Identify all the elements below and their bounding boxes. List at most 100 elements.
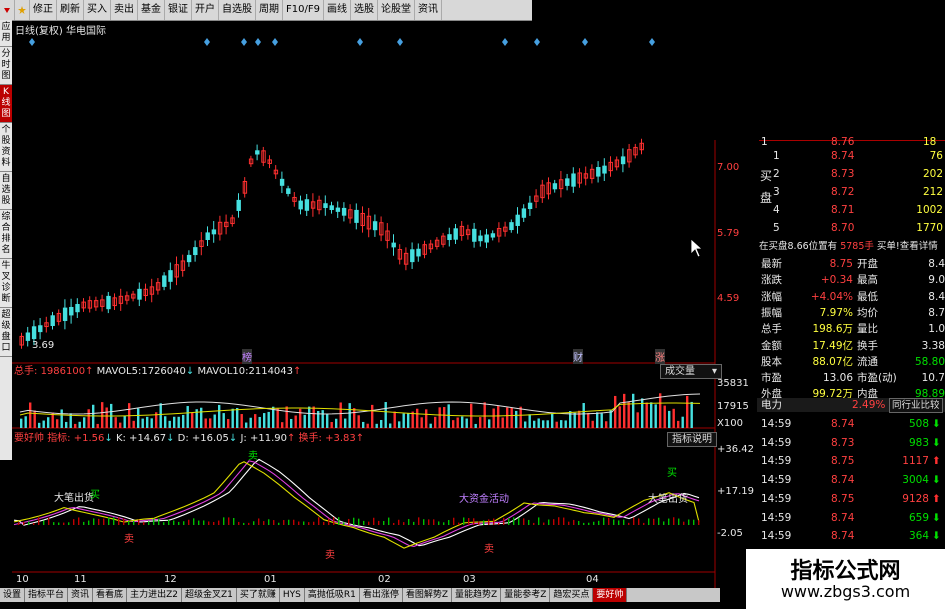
toolbar-period[interactable]: 周期	[256, 0, 283, 20]
stat-key: 金额	[761, 339, 782, 352]
volume-bar	[177, 416, 180, 428]
event-marker[interactable]: 财	[573, 349, 583, 364]
bottom-tab[interactable]: 看看底	[93, 588, 128, 602]
toolbar-fix[interactable]: 修正	[30, 0, 57, 20]
summary-line[interactable]: 在买盘8.66位置有 5785手 买单!查看详情	[759, 240, 938, 253]
indicator-bar	[453, 517, 455, 525]
event-marker[interactable]: 涨	[655, 349, 665, 364]
left-tab-ranking[interactable]: 综合排名	[0, 210, 12, 259]
volume-bar	[222, 413, 225, 428]
bid-price: 8.72	[831, 186, 855, 198]
toolbar-f10[interactable]: F10/F9	[283, 0, 324, 20]
stat-value: 8.7	[928, 306, 945, 319]
indicator-bar	[483, 520, 485, 525]
summary-link[interactable]: 买单!查看详情	[877, 241, 938, 252]
toolbar-buy[interactable]: 买入	[84, 0, 111, 20]
volume-bar	[483, 402, 486, 428]
left-tabs: 应用 分时图 K线图 个股资料 自选股 综合排名 牛叉诊断 超级盘口	[0, 20, 12, 460]
bottom-tab[interactable]: 看出涨停	[360, 588, 403, 602]
bottom-tab[interactable]: 量能参考Z	[501, 588, 551, 602]
volume-bar	[218, 404, 221, 428]
bottom-tab[interactable]: HYS	[280, 588, 305, 602]
indicator-bar	[88, 520, 90, 525]
volume-bar	[96, 423, 99, 428]
volume-bar	[659, 393, 662, 428]
indicator-bar	[183, 521, 185, 525]
toolbar-forum[interactable]: 论股堂	[378, 0, 415, 20]
volume-dropdown[interactable]: 成交量 ▾	[660, 364, 722, 379]
indicator-bar	[543, 522, 545, 525]
left-tab-stock-info[interactable]: 个股资料	[0, 123, 12, 172]
candle-body	[372, 221, 378, 231]
left-tab-kline[interactable]: K线图	[0, 85, 12, 123]
kline-chart-area[interactable]	[12, 20, 757, 588]
indicator-bar	[463, 517, 465, 525]
bottom-tab[interactable]: 指标平台	[25, 588, 69, 602]
indicator-bar	[488, 519, 490, 525]
candle-body	[335, 207, 341, 212]
toolbar-screener[interactable]: 选股	[351, 0, 378, 20]
candle-body	[193, 247, 198, 256]
volume-tick: X100	[717, 418, 743, 429]
toolbar-watchlist[interactable]: 自选股	[219, 0, 256, 20]
indicator-bar	[643, 522, 645, 525]
bid-level: 4	[773, 204, 780, 216]
bottom-tab[interactable]: 趋宏买点	[550, 588, 594, 602]
bid-price: 8.74	[831, 150, 855, 162]
bottom-tab[interactable]: 主力进出Z2	[127, 588, 182, 602]
toolbar-open-account[interactable]: 开户	[192, 0, 219, 20]
toolbar-refresh[interactable]: 刷新	[57, 0, 84, 20]
indicator-j-line	[13, 461, 700, 549]
left-tab-app[interactable]: 应用	[0, 20, 12, 47]
volume-bar	[213, 414, 216, 428]
indicator-bar	[28, 521, 30, 525]
event-marker[interactable]: 榜	[242, 349, 252, 364]
industry-compare-button[interactable]: 同行业比较	[889, 398, 943, 413]
volume-bar	[393, 411, 396, 428]
volume-bar	[677, 420, 680, 428]
indicator-k-line	[13, 458, 700, 547]
volume-bar	[371, 404, 374, 428]
indicator-bar	[83, 521, 85, 525]
bottom-tab[interactable]: 买了就赚	[237, 588, 280, 602]
indicator-bar	[673, 517, 675, 525]
candle-body	[211, 229, 217, 235]
annotation: 卖	[248, 451, 258, 462]
toolbar-fund[interactable]: 基金	[138, 0, 165, 20]
left-tab-watchlist[interactable]: 自选股	[0, 172, 12, 210]
toolbar-news[interactable]: 资讯	[415, 0, 442, 20]
volume-bar	[555, 421, 558, 428]
trade-time: 14:59	[761, 455, 792, 468]
indicator-bar	[298, 521, 300, 525]
indicator-j: J: +11.90	[240, 433, 287, 444]
industry-name: 电力	[761, 399, 782, 411]
indicator-bar	[18, 522, 20, 525]
volume-bar	[150, 418, 153, 428]
bottom-tab[interactable]: 高抛低吸R1	[305, 588, 360, 602]
indicator-bar	[108, 517, 110, 525]
bottom-tab[interactable]: 要好帅	[593, 588, 628, 602]
volume-label: 总手	[14, 366, 34, 377]
left-tab-intraday[interactable]: 分时图	[0, 47, 12, 85]
signal-diamond-icon	[502, 38, 508, 46]
volume-bar	[492, 408, 495, 428]
left-tab-diagnosis[interactable]: 牛叉诊断	[0, 259, 12, 308]
volume-bar	[524, 421, 527, 428]
bottom-tab[interactable]: 资讯	[68, 588, 94, 602]
arrow-down-icon[interactable]	[0, 0, 15, 20]
bottom-tab[interactable]: 设置	[0, 588, 26, 602]
bottom-tab[interactable]: 超级金叉Z1	[182, 588, 237, 602]
volume-bar	[618, 406, 621, 428]
toolbar-sell[interactable]: 卖出	[111, 0, 138, 20]
toolbar-bank[interactable]: 银证	[165, 0, 192, 20]
indicator-explain-button[interactable]: 指标说明	[667, 432, 717, 447]
volume-bar	[299, 408, 302, 428]
bottom-tab[interactable]: 量能趋势Z	[452, 588, 502, 602]
volume-bar	[623, 393, 626, 428]
star-icon[interactable]	[15, 0, 30, 20]
toolbar-draw[interactable]: 画线	[324, 0, 351, 20]
left-tab-depth[interactable]: 超级盘口	[0, 308, 12, 357]
indicator-bar	[213, 521, 215, 525]
stat-value: +4.04%	[810, 290, 853, 303]
bottom-tab[interactable]: 看图解势Z	[403, 588, 453, 602]
